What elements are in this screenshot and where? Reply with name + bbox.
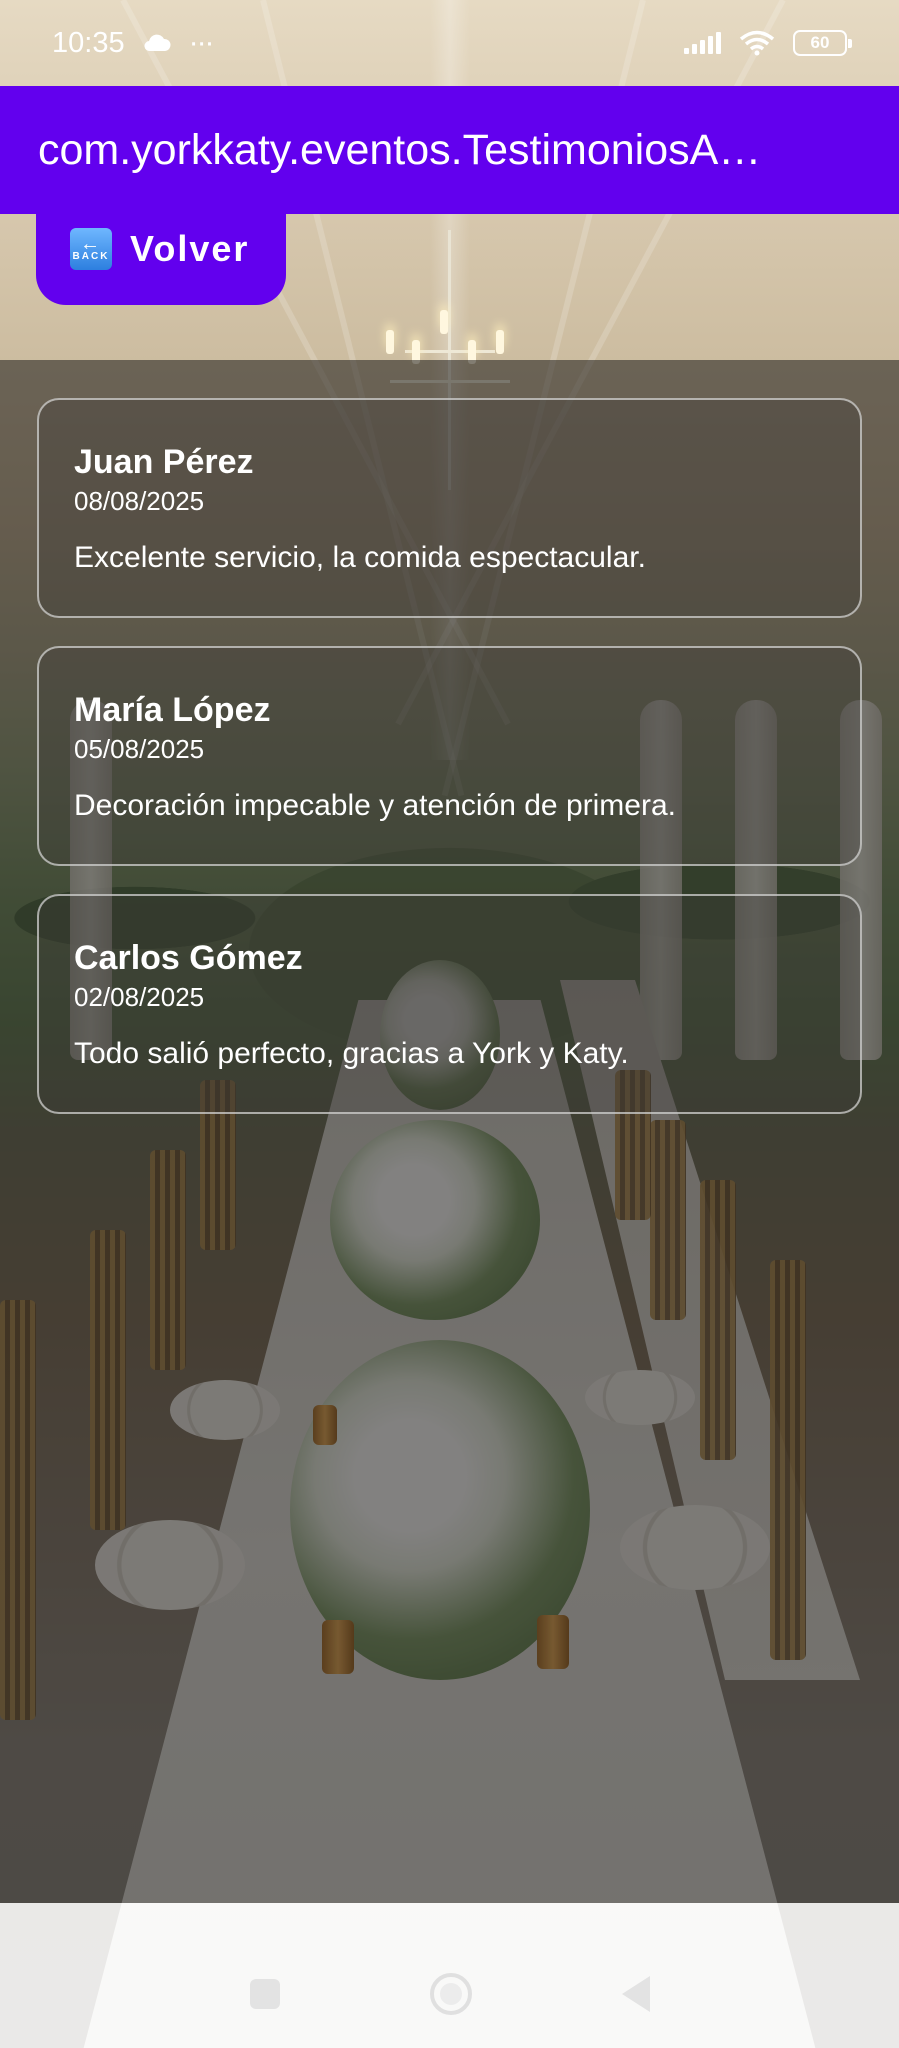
home-circle-icon[interactable] xyxy=(429,1973,472,2015)
status-bar: 10:35 ··· 60 xyxy=(0,0,899,86)
back-icon-text: BACK xyxy=(72,250,110,262)
testimonial-date: 08/08/2025 xyxy=(74,486,205,516)
testimonial-card: María López 05/08/2025 Decoración impeca… xyxy=(37,646,862,866)
testimonial-text: Excelente servicio, la comida espectacul… xyxy=(74,541,646,574)
battery-level: 60 xyxy=(810,33,830,52)
back-arrow-icon: ← BACK xyxy=(70,227,112,270)
testimonial-text: Decoración impecable y atención de prime… xyxy=(74,789,676,822)
testimonial-card: Carlos Gómez 02/08/2025 Todo salió perfe… xyxy=(37,894,862,1114)
system-nav-bar xyxy=(0,1940,899,2048)
testimonial-date: 05/08/2025 xyxy=(74,734,205,764)
testimonial-author: María López xyxy=(74,691,271,729)
testimonial-date: 02/08/2025 xyxy=(74,982,205,1012)
cloud-icon xyxy=(144,34,171,52)
signal-icon xyxy=(684,32,721,54)
app-title: com.yorkkaty.eventos.TestimoniosA… xyxy=(38,125,762,174)
recents-square-icon[interactable] xyxy=(249,1979,280,2009)
testimonials-list: Juan Pérez 08/08/2025 Excelente servicio… xyxy=(37,398,862,1142)
back-button[interactable]: ← BACK Volver xyxy=(36,192,286,305)
more-notifications-icon: ··· xyxy=(188,26,215,59)
back-button-label: Volver xyxy=(130,227,250,269)
testimonial-author: Juan Pérez xyxy=(74,443,254,481)
battery-icon: 60 xyxy=(793,30,852,56)
testimonial-author: Carlos Gómez xyxy=(74,939,303,977)
wifi-icon xyxy=(739,30,775,56)
back-triangle-icon[interactable] xyxy=(621,1976,650,2012)
testimonial-text: Todo salió perfecto, gracias a York y Ka… xyxy=(74,1037,629,1070)
testimonial-card: Juan Pérez 08/08/2025 Excelente servicio… xyxy=(37,398,862,618)
status-time: 10:35 xyxy=(52,26,125,59)
